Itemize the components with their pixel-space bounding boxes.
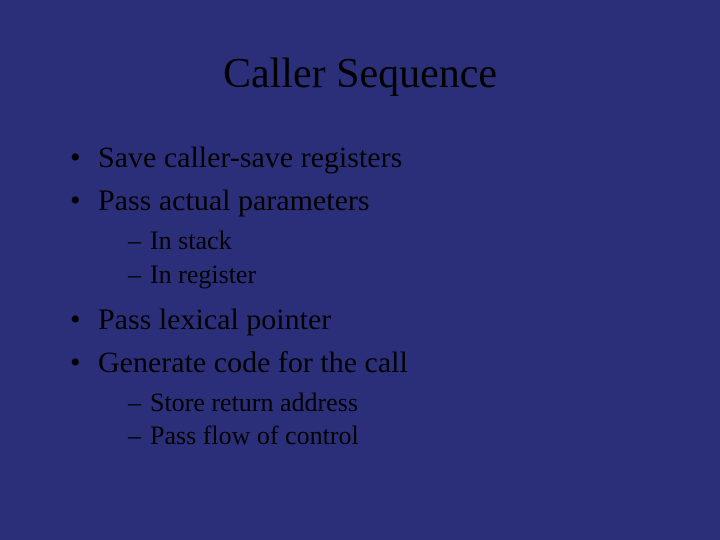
list-item: Generate code for the call Store return … xyxy=(70,343,670,454)
bullet-text: Generate code for the call xyxy=(98,346,408,379)
sub-bullet-text: In stack xyxy=(150,226,232,255)
sub-list-item: In stack xyxy=(128,224,670,258)
slide-title: Caller Sequence xyxy=(50,50,670,98)
list-item: Save caller-save registers xyxy=(70,138,670,177)
list-item: Pass lexical pointer xyxy=(70,300,670,339)
bullet-list: Save caller-save registers Pass actual p… xyxy=(70,138,670,453)
sub-list-item: Pass flow of control xyxy=(128,419,670,453)
slide: Caller Sequence Save caller-save registe… xyxy=(0,0,720,540)
list-item: Pass actual parameters In stack In regis… xyxy=(70,181,670,292)
bullet-text: Pass lexical pointer xyxy=(98,303,331,336)
sub-bullet-text: Pass flow of control xyxy=(150,421,359,450)
sub-list: Store return address Pass flow of contro… xyxy=(128,386,670,454)
sub-list: In stack In register xyxy=(128,224,670,292)
bullet-text: Save caller-save registers xyxy=(98,141,402,174)
sub-bullet-text: In register xyxy=(150,260,256,289)
sub-list-item: Store return address xyxy=(128,386,670,420)
sub-bullet-text: Store return address xyxy=(150,388,358,417)
bullet-text: Pass actual parameters xyxy=(98,184,370,217)
sub-list-item: In register xyxy=(128,258,670,292)
